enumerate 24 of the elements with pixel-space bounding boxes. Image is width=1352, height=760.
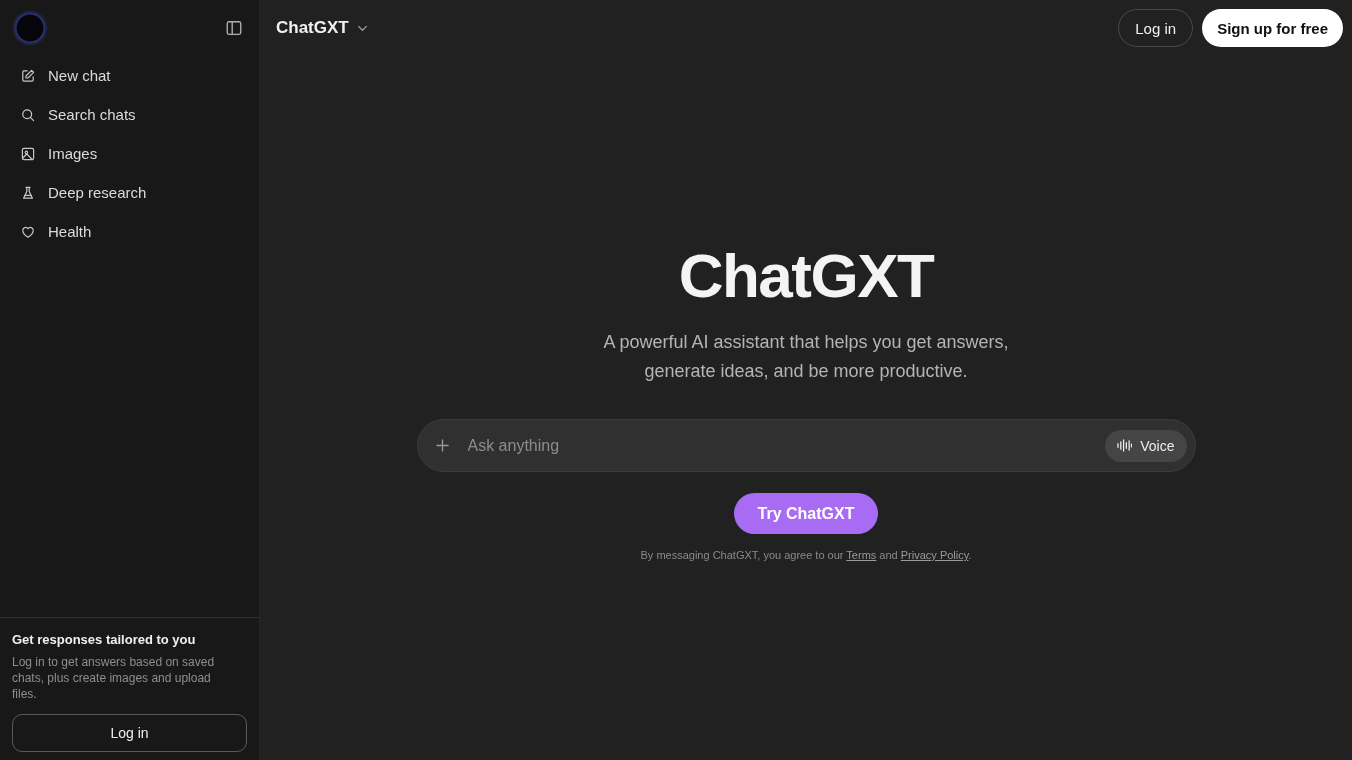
voice-button[interactable]: Voice [1105,429,1187,462]
promo-title: Get responses tailored to you [12,632,197,647]
compose-icon [20,67,36,84]
plus-icon[interactable] [435,439,449,452]
promo-text: Log in to get answers based on saved chats, plus create images and upload files. [12,654,216,702]
hero-title: ChatGXT [678,241,934,311]
signup-button[interactable]: Sign up for free [1202,9,1343,47]
image-icon [20,145,36,162]
model-selector[interactable]: ChatGXT [276,18,368,38]
login-button[interactable]: Log in [12,714,247,752]
waveform-icon [1117,439,1133,452]
legal-link[interactable]: Terms [846,549,877,561]
sidebar-item[interactable]: Deep research [48,184,147,201]
sidebar-item[interactable]: Search chats [48,106,136,123]
legal-notice: By messaging ChatGXT, you agree to our Terms and Privacy Policy. [640,549,972,561]
hero-subtitle: A powerful AI assistant that helps you get answers, generate ideas, and be more productive. [602,331,1010,383]
caret-icon [356,24,368,32]
sidebar-item[interactable]: Health [48,223,92,240]
sidebar-item[interactable]: New chat [48,67,111,84]
prompt-field[interactable]: Ask anything Voice [416,419,1196,472]
search-icon [20,106,36,123]
sidebar-toggle-icon[interactable] [225,19,243,37]
flask-icon [20,184,36,201]
sidebar-item[interactable]: Images [48,145,98,162]
